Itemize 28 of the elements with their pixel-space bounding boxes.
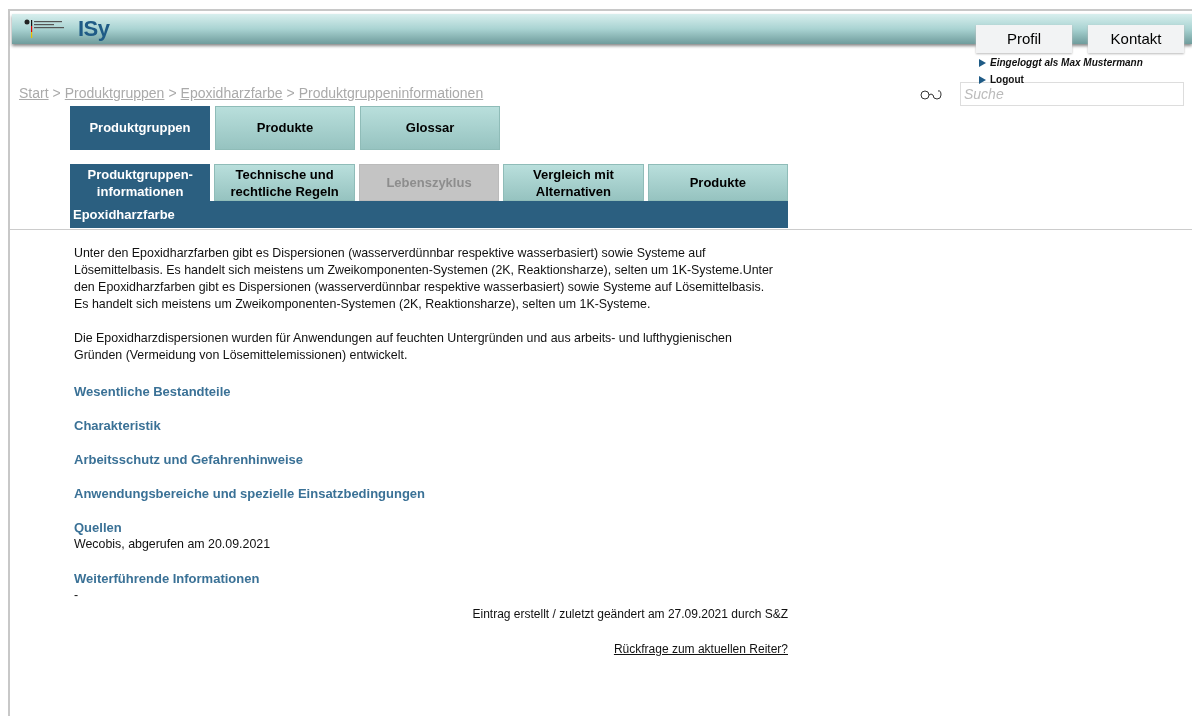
section-text: - xyxy=(74,587,80,604)
breadcrumb-separator: > xyxy=(286,84,295,103)
user-link[interactable]: Eingeloggt als Max Mustermann xyxy=(990,55,1143,70)
section-heading[interactable]: Weiterführende Informationen xyxy=(74,570,779,587)
glasses-icon xyxy=(920,90,942,100)
sub-tab[interactable]: Produkte xyxy=(647,164,789,201)
section-text: Wecobis, abgerufen am 20.09.2021 xyxy=(74,536,272,553)
section-heading[interactable]: Charakteristik xyxy=(74,417,779,434)
section-heading[interactable]: Arbeitsschutz und Gefahrenhinweise xyxy=(74,451,779,468)
inquiry-link[interactable]: Rückfrage zum aktuellen Reiter? xyxy=(613,640,788,658)
logo-text: ISy xyxy=(78,18,110,40)
header-button[interactable]: Kontakt xyxy=(1088,25,1184,53)
modified-note: Eintrag erstellt / zuletzt geändert am 27.09.2021 durch S&Z xyxy=(472,606,788,623)
body-paragraph: Unter den Epoxidharzfarben gibt es Dispersionen (wasserverdünnbar respektive wasserbasiert) sowie Systeme auf Lösemittelbasis. Es handelt sich meistens um Zweikomponenten-Systemen (2K, Reaktionsharze), selten um 1K-Systeme.Unter den Epoxidharzfarben gibt es Dispersionen (wasserverdünnbar respektive wasserbasiert) sowie Systeme auf Lösemittelbasis. Es handelt sich meistens um Zweikomponenten-Systemen (2K, Reaktionsharze), selten um 1K-Systeme. xyxy=(74,245,774,313)
sub-tab[interactable]: Produktgruppen-informationen xyxy=(70,164,211,201)
section-heading[interactable]: Anwendungsbereiche und spezielle Einsatzbedingungen xyxy=(74,485,779,502)
main-tab[interactable]: Glossar xyxy=(360,106,500,150)
section-heading[interactable]: Wesentliche Bestandteile xyxy=(74,383,779,400)
section-heading[interactable]: Quellen xyxy=(74,519,779,536)
breadcrumb-separator: > xyxy=(52,84,61,103)
sub-tab[interactable]: Vergleich mit Alternativen xyxy=(503,164,644,201)
main-tab[interactable]: Produkte xyxy=(215,106,355,150)
body-paragraph: Die Epoxidharzdispersionen wurden für Anwendungen auf feuchten Untergründen und aus arbeits- und lufthygienischen Gründen (Vermeidung von Lösemittelemissionen) entwickelt. xyxy=(74,330,733,364)
breadcrumb-separator: > xyxy=(168,84,177,103)
main-tab[interactable]: Produktgruppen xyxy=(70,106,210,150)
section-title-bar: Epoxidharzfarbe xyxy=(70,201,788,228)
sub-tab[interactable]: Technische und rechtliche Regeln xyxy=(214,164,355,201)
header-button[interactable]: Profil xyxy=(976,25,1072,53)
